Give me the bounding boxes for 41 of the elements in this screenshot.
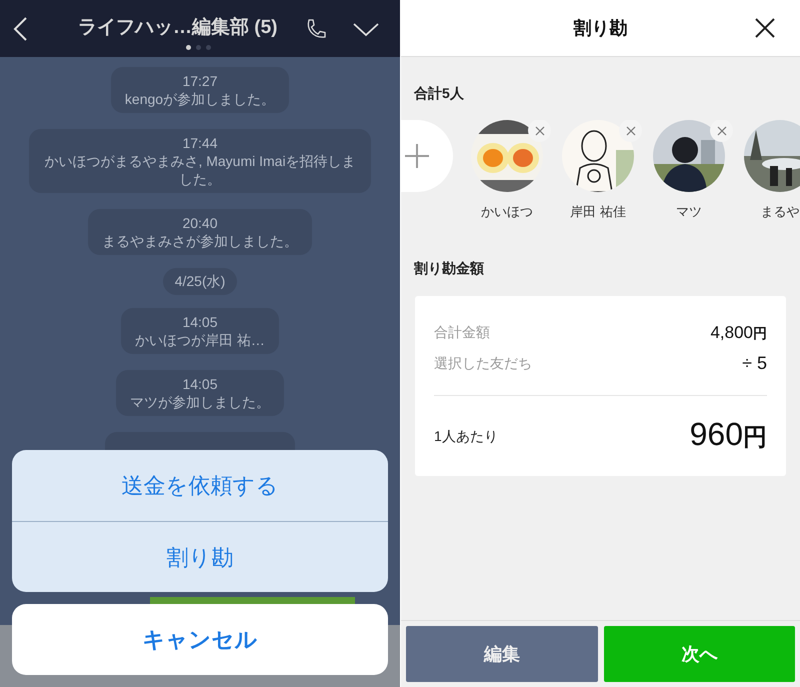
- close-icon: [626, 126, 636, 136]
- add-member-button[interactable]: [401, 120, 453, 192]
- message-text: かいほつがまるやまみさ, Mayumi Imaiを招待しました。: [43, 152, 357, 188]
- per-person-amount: 960円: [690, 415, 767, 454]
- per-person-label: 1人あたり: [434, 426, 498, 446]
- message-time: 17:27: [182, 72, 218, 90]
- member-name: マツ: [676, 203, 702, 221]
- friends-label: 選択した友だち: [434, 354, 532, 373]
- action-option[interactable]: 割り勘: [12, 521, 388, 592]
- edit-button[interactable]: 編集: [406, 626, 598, 682]
- message-time: 14:05: [182, 375, 218, 393]
- plus-icon: [405, 144, 429, 168]
- members-label: 合計5人: [414, 84, 465, 103]
- divisor: ÷ 5: [742, 352, 767, 375]
- message-text: マツが参加しました。: [130, 393, 270, 411]
- cancel-button[interactable]: キャンセル: [12, 604, 388, 675]
- message-text: かいほつが岸田 祐…: [135, 331, 265, 349]
- total-label: 合計金額: [434, 322, 490, 342]
- chat-title: ライフハッ…編集部 (5): [78, 16, 278, 40]
- message-time: 14:05: [182, 313, 218, 331]
- member-name: 岸田 祐佳: [570, 203, 626, 221]
- remove-member-button[interactable]: [528, 120, 551, 142]
- remove-member-button[interactable]: [710, 120, 733, 142]
- member-name: まるや: [760, 203, 800, 221]
- message-text: まるやまみさが参加しました。: [102, 232, 298, 250]
- message-time: 17:44: [182, 134, 218, 152]
- remove-member-button[interactable]: [619, 120, 642, 142]
- back-icon[interactable]: [12, 16, 28, 42]
- message-text: kengoが参加しました。: [124, 90, 276, 108]
- total-amount: 4,800円: [710, 322, 767, 344]
- action-option[interactable]: 送金を依頼する: [12, 450, 388, 521]
- close-icon: [716, 126, 726, 136]
- close-icon[interactable]: [754, 17, 776, 39]
- message-time: 20:40: [182, 214, 218, 232]
- date-label: 4/25(水): [162, 268, 238, 295]
- member-name: かいほつ: [481, 203, 533, 221]
- chevron-down-icon[interactable]: [352, 20, 380, 36]
- next-button[interactable]: 次へ: [604, 626, 795, 682]
- amount-label: 割り勘金額: [414, 258, 485, 278]
- split-title: 割り勘: [574, 16, 628, 40]
- close-icon: [534, 126, 544, 136]
